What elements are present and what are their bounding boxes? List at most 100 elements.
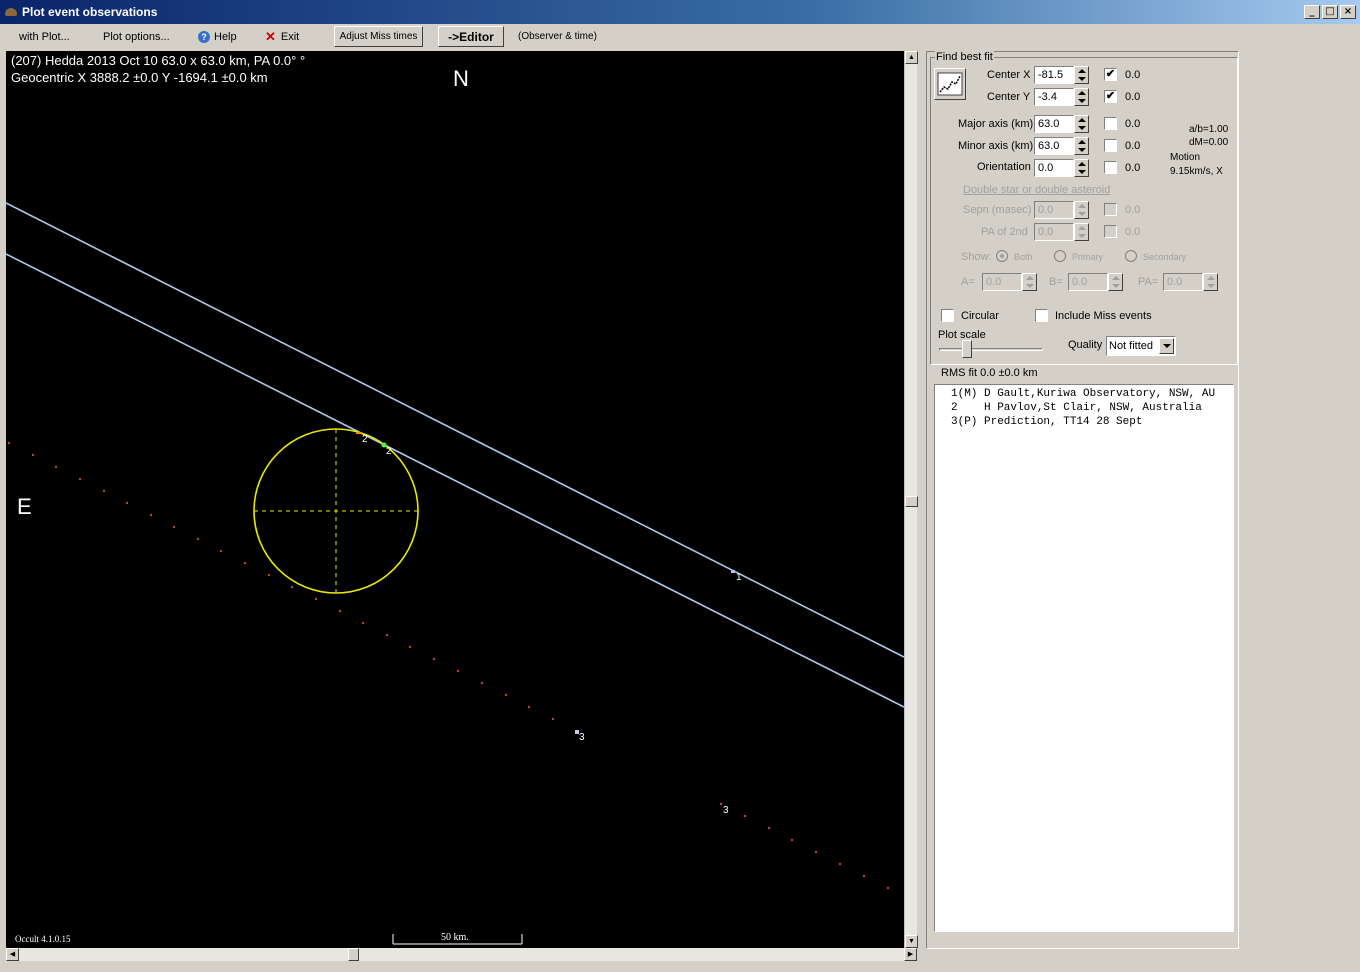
pa-second-label: PA of 2nd bbox=[981, 226, 1028, 238]
scale-label: 50 km. bbox=[441, 932, 469, 943]
adjust-miss-times-button[interactable]: Adjust Miss times bbox=[334, 26, 423, 47]
double-star-title: Double star or double asteroid bbox=[963, 184, 1111, 196]
major-axis-offset: 0.0 bbox=[1125, 118, 1141, 130]
title-bar[interactable]: Plot event observations _ □ × bbox=[0, 0, 1360, 24]
separation-label: Sepn (masec) bbox=[963, 204, 1032, 216]
plot-vertical-scrollbar[interactable]: ▲ ▼ bbox=[904, 51, 918, 948]
major-axis-input[interactable]: 63.0 bbox=[1034, 115, 1074, 133]
observer-list[interactable]: 1(M) D Gault,Kuriwa Observatory, NSW, AU… bbox=[934, 384, 1234, 932]
pa-stepper[interactable] bbox=[1203, 273, 1218, 291]
list-item[interactable]: 3(P) Prediction, TT14 28 Sept bbox=[951, 415, 1233, 429]
plot-header-line1: (207) Hedda 2013 Oct 10 63.0 x 63.0 km, … bbox=[11, 53, 306, 68]
orientation-stepper[interactable] bbox=[1074, 159, 1089, 177]
chevron-down-icon[interactable] bbox=[1159, 338, 1174, 354]
scroll-thumb-horizontal[interactable] bbox=[348, 948, 359, 961]
window-controls: _ □ × bbox=[1304, 5, 1356, 19]
major-axis-stepper[interactable] bbox=[1074, 115, 1089, 133]
menu-exit[interactable]: ✕ Exit bbox=[265, 28, 299, 45]
b-stepper[interactable] bbox=[1108, 273, 1123, 291]
separation-offset: 0.0 bbox=[1125, 204, 1141, 216]
plot-scale-track[interactable] bbox=[939, 348, 1043, 351]
menu-help-label: Help bbox=[214, 30, 237, 43]
version-label: Occult 4.1.0.15 bbox=[15, 934, 71, 944]
list-item[interactable]: 1(M) D Gault,Kuriwa Observatory, NSW, AU bbox=[951, 387, 1233, 401]
chord-line-lower bbox=[6, 253, 904, 708]
pa-second-fit-checkbox[interactable] bbox=[1104, 225, 1117, 238]
pa-input[interactable]: 0.0 bbox=[1163, 273, 1203, 291]
show-label: Show: bbox=[961, 251, 992, 263]
circular-checkbox[interactable] bbox=[941, 309, 954, 322]
b-input[interactable]: 0.0 bbox=[1068, 273, 1108, 291]
show-both-label: Both bbox=[1014, 252, 1033, 262]
plot-scale-thumb[interactable] bbox=[962, 340, 972, 358]
major-axis-fit-checkbox[interactable] bbox=[1104, 117, 1117, 130]
fit-chart-icon bbox=[937, 72, 963, 96]
plot-area[interactable]: (207) Hedda 2013 Oct 10 63.0 x 63.0 km, … bbox=[6, 51, 904, 948]
plot-horizontal-scrollbar[interactable]: ◀ ▶ bbox=[6, 948, 917, 961]
list-item[interactable]: 2 H Pavlov,St Clair, NSW, Australia bbox=[951, 401, 1233, 415]
minimize-button[interactable]: _ bbox=[1304, 5, 1320, 19]
chord-line-upper bbox=[6, 202, 904, 658]
pa-second-stepper[interactable] bbox=[1074, 223, 1089, 241]
orientation-fit-checkbox[interactable] bbox=[1104, 161, 1117, 174]
pa-second-offset: 0.0 bbox=[1125, 226, 1141, 238]
center-y-stepper[interactable] bbox=[1074, 88, 1089, 106]
minor-axis-stepper[interactable] bbox=[1074, 137, 1089, 155]
close-button[interactable]: × bbox=[1340, 5, 1356, 19]
plot-header-line2: Geocentric X 3888.2 ±0.0 Y -1694.1 ±0.0 … bbox=[11, 70, 268, 85]
center-y-offset: 0.0 bbox=[1125, 91, 1141, 103]
motion-value: 9.15km/s, X bbox=[1170, 166, 1223, 177]
center-x-input[interactable]: -81.5 bbox=[1034, 66, 1074, 84]
separation-fit-checkbox[interactable] bbox=[1104, 203, 1117, 216]
minor-axis-offset: 0.0 bbox=[1125, 140, 1141, 152]
observer-time-label[interactable]: (Observer & time) bbox=[518, 28, 597, 45]
scroll-down-icon[interactable]: ▼ bbox=[905, 935, 918, 948]
east-label: E bbox=[17, 494, 32, 519]
orientation-input[interactable]: 0.0 bbox=[1034, 159, 1074, 177]
scroll-left-icon[interactable]: ◀ bbox=[6, 948, 19, 961]
editor-button[interactable]: ->Editor bbox=[438, 26, 504, 47]
include-miss-label: Include Miss events bbox=[1055, 310, 1152, 322]
scroll-up-icon[interactable]: ▲ bbox=[905, 51, 918, 64]
exit-icon: ✕ bbox=[265, 28, 276, 44]
include-miss-checkbox[interactable] bbox=[1035, 309, 1048, 322]
scroll-thumb-vertical[interactable] bbox=[905, 496, 918, 507]
show-primary-radio[interactable] bbox=[1054, 250, 1066, 262]
chord-label-2b: 2 bbox=[386, 446, 392, 457]
separation-stepper[interactable] bbox=[1074, 201, 1089, 219]
show-secondary-radio[interactable] bbox=[1125, 250, 1137, 262]
ab-ratio: a/b=1.00 bbox=[1189, 124, 1229, 135]
scroll-right-icon[interactable]: ▶ bbox=[904, 948, 917, 961]
maximize-button[interactable]: □ bbox=[1322, 5, 1338, 19]
show-both-radio[interactable] bbox=[996, 250, 1008, 262]
menu-help[interactable]: ? Help bbox=[198, 28, 237, 45]
menu-exit-label: Exit bbox=[280, 30, 300, 43]
window-title: Plot event observations bbox=[22, 5, 158, 19]
north-label: N bbox=[453, 66, 469, 91]
menu-with-plot[interactable]: with Plot... bbox=[19, 28, 70, 45]
a-label: A= bbox=[961, 276, 975, 288]
show-secondary-label: Secondary bbox=[1143, 252, 1187, 262]
motion-label: Motion bbox=[1170, 152, 1201, 163]
prediction-path-lower-dots bbox=[719, 802, 890, 890]
a-stepper[interactable] bbox=[1022, 273, 1037, 291]
center-y-fit-checkbox[interactable]: ✔ bbox=[1104, 90, 1117, 103]
help-icon: ? bbox=[198, 30, 210, 43]
quality-label: Quality bbox=[1068, 339, 1103, 351]
minor-axis-fit-checkbox[interactable] bbox=[1104, 139, 1117, 152]
separation-input[interactable]: 0.0 bbox=[1034, 201, 1074, 219]
center-x-fit-checkbox[interactable]: ✔ bbox=[1104, 68, 1117, 81]
chord-label-3a: 3 bbox=[579, 732, 585, 743]
menu-plot-options[interactable]: Plot options... bbox=[103, 28, 170, 45]
auto-fit-button[interactable] bbox=[934, 68, 966, 100]
pa-second-input[interactable]: 0.0 bbox=[1034, 223, 1074, 241]
b-label: B= bbox=[1049, 276, 1063, 288]
center-x-stepper[interactable] bbox=[1074, 66, 1089, 84]
prediction-path-upper-dots bbox=[7, 441, 555, 721]
a-input[interactable]: 0.0 bbox=[982, 273, 1022, 291]
center-y-input[interactable]: -3.4 bbox=[1034, 88, 1074, 106]
circular-label: Circular bbox=[961, 310, 999, 322]
menu-bar: with Plot... Plot options... ? Help ✕ Ex… bbox=[0, 24, 1360, 48]
quality-select[interactable]: Not fitted bbox=[1106, 336, 1176, 356]
minor-axis-input[interactable]: 63.0 bbox=[1034, 137, 1074, 155]
